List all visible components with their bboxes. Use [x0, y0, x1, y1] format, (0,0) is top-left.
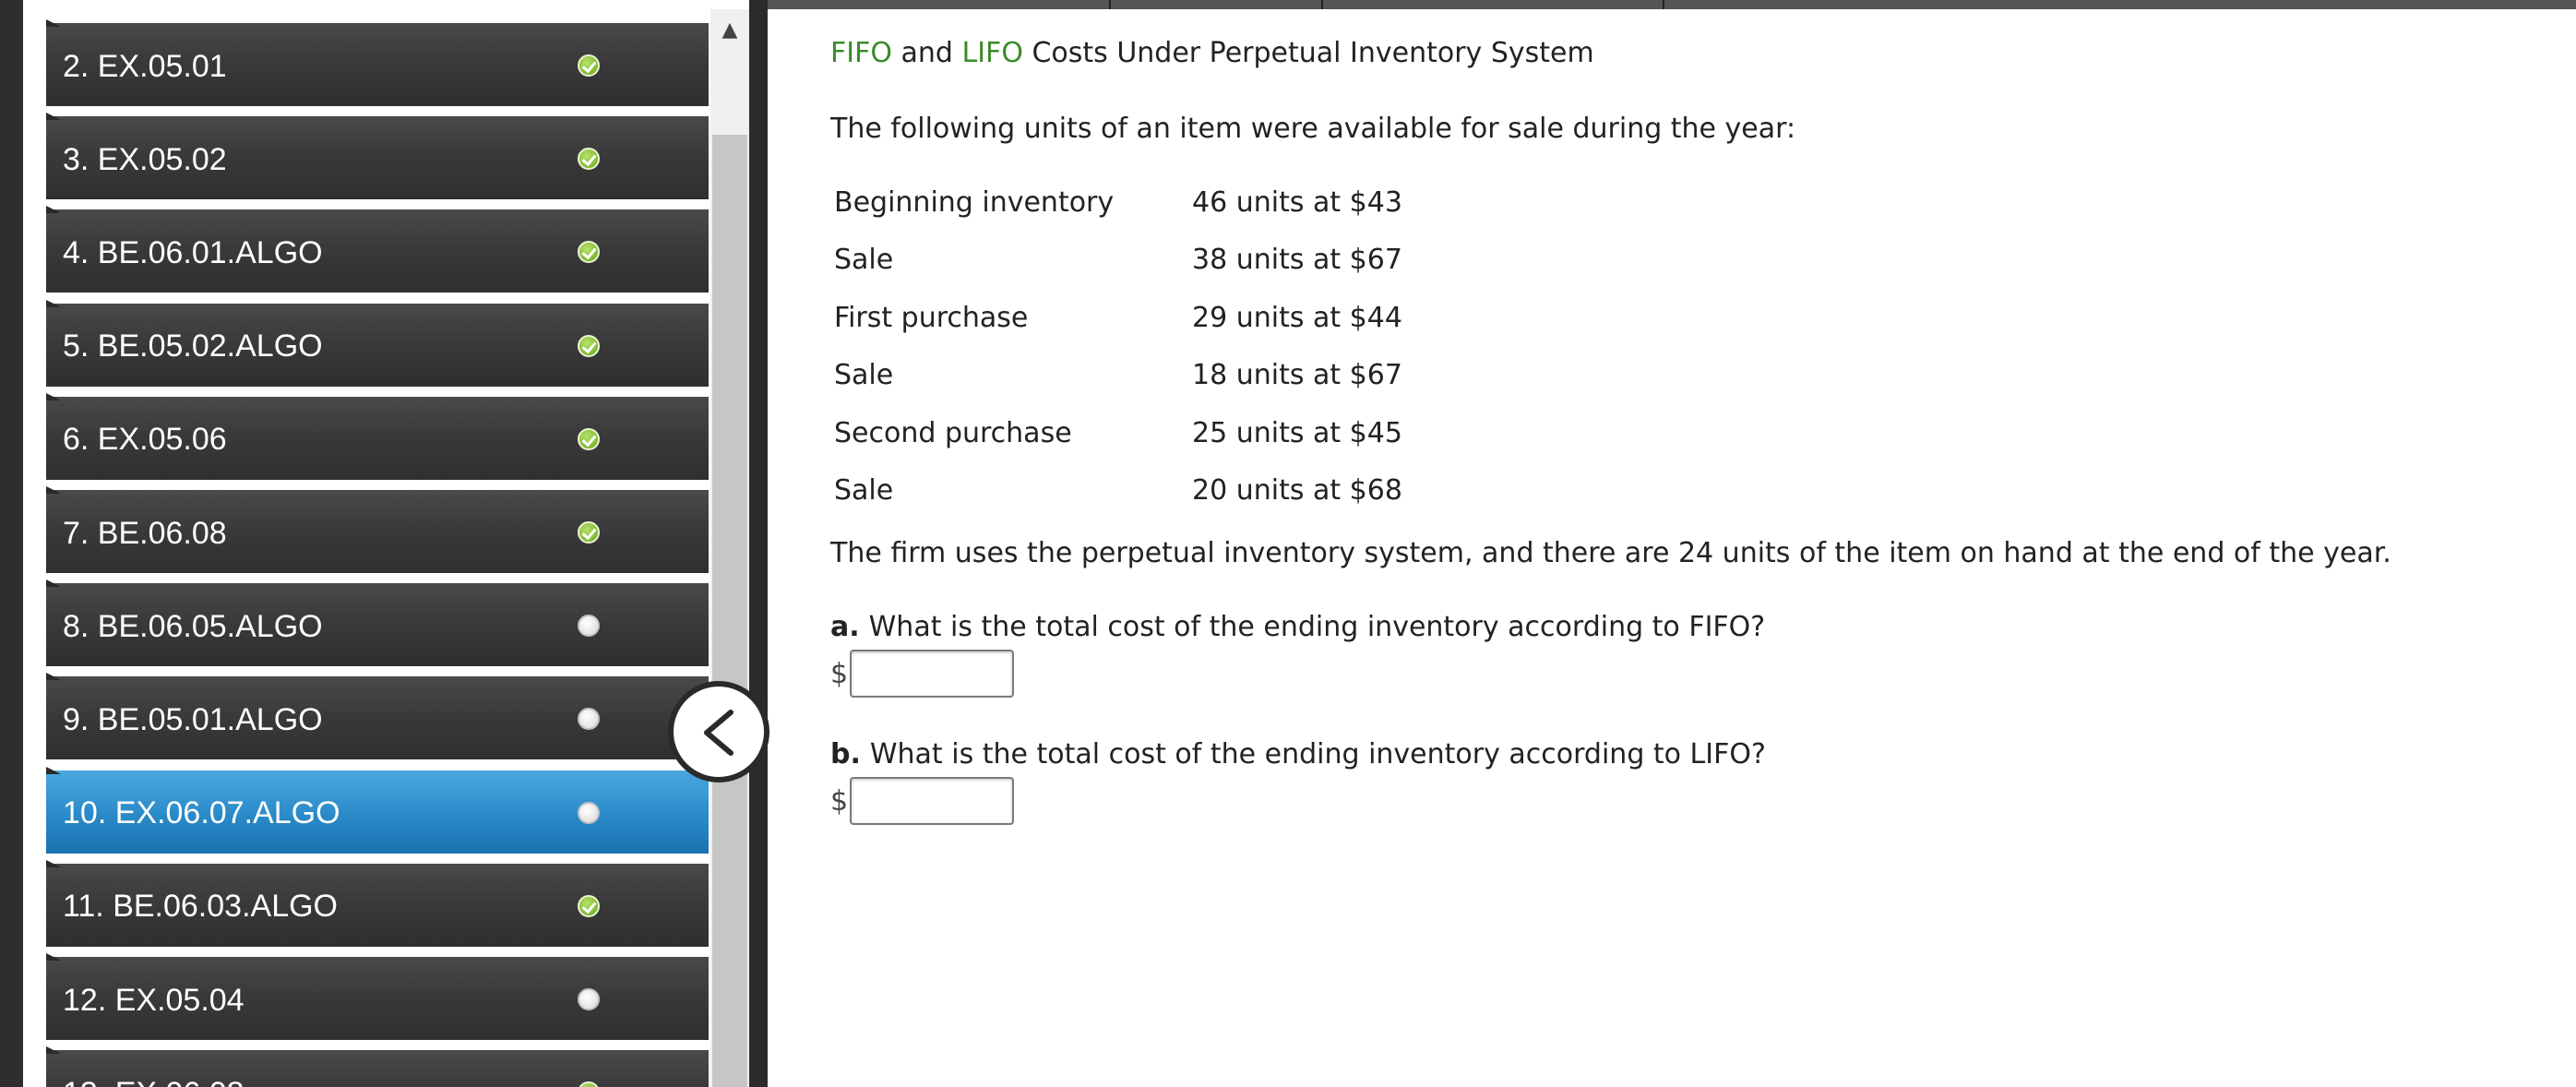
completed-check-icon [578, 894, 600, 917]
inventory-row: Second purchase 25 units at $45 [830, 404, 1406, 462]
answer-a-input[interactable] [850, 650, 1015, 698]
inventory-label: Beginning inventory [834, 185, 1115, 219]
problem-note: The firm uses the perpetual inventory sy… [830, 537, 2391, 569]
question-item-label: 12. EX.05.04 [63, 982, 244, 1018]
completed-check-icon [578, 1081, 600, 1087]
chevron-left-icon [704, 710, 733, 756]
answer-b-row: $ [830, 777, 1015, 825]
question-item[interactable]: 9. BE.05.01.ALGO [46, 673, 709, 760]
answer-a-currency: $ [830, 657, 849, 690]
incomplete-dot-icon [578, 988, 600, 1010]
question-item[interactable]: 5. BE.05.02.ALGO [46, 299, 709, 387]
inventory-label: Second purchase [834, 416, 1072, 449]
left-edge [0, 0, 23, 1087]
sidebar-scrollbar[interactable]: ▲ [710, 9, 749, 1087]
completed-check-icon [578, 148, 600, 171]
question-b: b. What is the total cost of the ending i… [830, 738, 1766, 770]
completed-check-icon [578, 427, 600, 450]
completed-check-icon [578, 54, 600, 77]
question-item-label: 8. BE.06.05.ALGO [63, 608, 323, 644]
question-item[interactable]: 2. EX.05.01 [46, 19, 709, 106]
title-lifo: LIFO [961, 37, 1023, 69]
inventory-row: First purchase 29 units at $44 [830, 289, 1406, 347]
inventory-label: Sale [834, 244, 894, 277]
problem-intro: The following units of an item were avai… [830, 113, 1796, 145]
question-b-text: What is the total cost of the ending inv… [869, 738, 1766, 770]
question-item[interactable]: 10. EX.06.07.ALGO [46, 766, 709, 854]
question-item[interactable]: 4. BE.06.01.ALGO [46, 206, 709, 293]
inventory-value: 46 units at $43 [1192, 185, 1402, 219]
inventory-value: 38 units at $67 [1192, 244, 1402, 277]
question-b-letter: b. [830, 738, 861, 770]
question-item[interactable]: 8. BE.06.05.ALGO [46, 579, 709, 667]
question-item-label: 6. EX.05.06 [63, 422, 227, 458]
question-item-label: 10. EX.06.07.ALGO [63, 795, 340, 831]
question-item[interactable]: 6. EX.05.06 [46, 392, 709, 480]
title-and: and [891, 37, 962, 69]
question-a: a. What is the total cost of the ending i… [830, 611, 1765, 643]
question-item[interactable]: 3. EX.05.02 [46, 113, 709, 200]
answer-b-currency: $ [830, 784, 849, 818]
inventory-label: First purchase [834, 301, 1029, 334]
answer-b-input[interactable] [850, 777, 1015, 825]
question-list: 2. EX.05.01 3. EX.05.02 4. BE.06.01.ALGO 5.… [44, 9, 710, 1087]
top-tab-strip [768, 0, 2576, 9]
question-a-letter: a. [830, 611, 860, 643]
scroll-up-arrow-icon[interactable]: ▲ [710, 9, 749, 52]
incomplete-dot-icon [578, 708, 600, 731]
question-item-label: 2. EX.05.01 [63, 48, 227, 84]
question-item-label: 3. EX.05.02 [63, 141, 227, 177]
completed-check-icon [578, 334, 600, 357]
completed-check-icon [578, 521, 600, 544]
question-a-text: What is the total cost of the ending inv… [868, 611, 1766, 643]
answer-a-row: $ [830, 650, 1015, 698]
inventory-row: Sale 20 units at $68 [830, 462, 1406, 520]
question-item[interactable]: 11. BE.06.03.ALGO [46, 859, 709, 947]
inventory-value: 25 units at $45 [1192, 416, 1402, 449]
title-rest: Costs Under Perpetual Inventory System [1022, 37, 1594, 69]
title-fifo: FIFO [830, 37, 892, 69]
question-item[interactable]: 13. EX.06.08 [46, 1046, 709, 1087]
question-item-label: 7. BE.06.08 [63, 515, 227, 551]
inventory-row: Beginning inventory 46 units at $43 [830, 173, 1406, 232]
question-item-label: 11. BE.06.03.ALGO [63, 889, 338, 925]
incomplete-dot-icon [578, 801, 600, 824]
inventory-value: 29 units at $44 [1192, 301, 1402, 334]
question-item[interactable]: 12. EX.05.04 [46, 953, 709, 1040]
inventory-value: 20 units at $68 [1192, 474, 1402, 508]
question-item-label: 5. BE.05.02.ALGO [63, 328, 323, 364]
question-item[interactable]: 7. BE.06.08 [46, 486, 709, 573]
inventory-row: Sale 18 units at $67 [830, 347, 1406, 405]
incomplete-dot-icon [578, 615, 600, 638]
inventory-table: Beginning inventory 46 units at $43 Sale 38… [830, 173, 1406, 520]
inventory-row: Sale 38 units at $67 [830, 232, 1406, 290]
collapse-sidebar-button[interactable] [668, 681, 769, 782]
question-item-label: 4. BE.06.01.ALGO [63, 234, 323, 270]
inventory-value: 18 units at $67 [1192, 359, 1402, 392]
inventory-label: Sale [834, 474, 894, 508]
panel-divider [749, 0, 768, 1087]
scrollbar-thumb[interactable] [712, 135, 747, 1087]
problem-title: FIFO and LIFO Costs Under Perpetual Inve… [830, 37, 2546, 83]
question-item-label: 9. BE.05.01.ALGO [63, 701, 323, 737]
inventory-label: Sale [834, 359, 894, 392]
problem-content: FIFO and LIFO Costs Under Perpetual Inve… [830, 37, 2546, 825]
question-item-label: 13. EX.06.08 [63, 1076, 244, 1087]
completed-check-icon [578, 241, 600, 264]
